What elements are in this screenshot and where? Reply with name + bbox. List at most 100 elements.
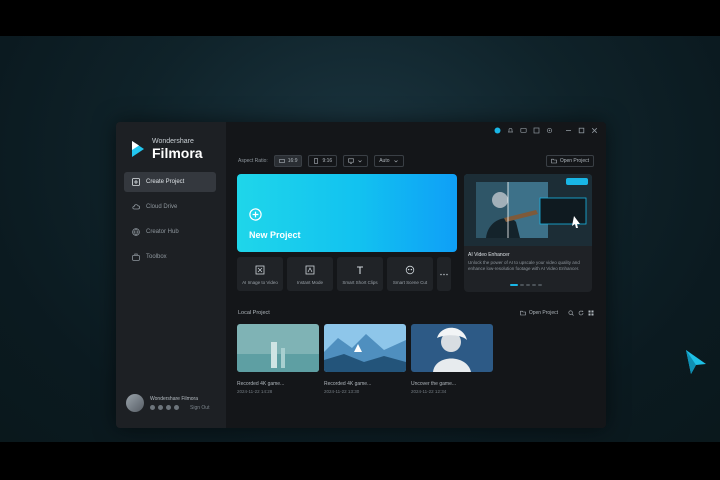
project-thumbnail [237,324,319,372]
landscape-icon [278,159,285,163]
project-card[interactable]: Recorded 4K game... 2024-11-22 13:30 [324,324,406,394]
search-icon[interactable] [568,310,574,316]
promo-title: AI Video Enhancer [468,252,510,258]
tool-ai-image-to-video[interactable]: AI Image to Video [237,257,283,291]
ratio-9-16-label: 9:16 [322,158,333,164]
filmora-window: Wondershare Filmora Create Project Cloud… [116,122,606,428]
open-project-link-label: Open Project [528,310,558,316]
project-card[interactable]: Recorded 4K game... 2024-11-22 14:28 [237,324,319,394]
notification-icon[interactable] [507,127,514,134]
carousel-dot[interactable] [526,284,530,286]
project-toolbar: Aspect Ratio: 16:9 9:16 Auto Open Projec… [238,154,594,168]
text-t-icon [357,266,363,274]
social-icon[interactable] [174,405,179,410]
desktop-background: Wondershare Filmora Create Project Cloud… [0,36,720,442]
open-project-label: Open Project [559,158,589,164]
ratio-9-16-button[interactable]: 9:16 [308,155,338,167]
social-icon[interactable] [166,405,171,410]
carousel-dot[interactable] [520,284,524,286]
sidebar-item-label: Cloud Drive [146,204,178,210]
promo-description: Unlock the power of AI to upscale your v… [468,260,580,271]
open-project-button[interactable]: Open Project [545,155,594,167]
promo-card[interactable]: AI Video Enhancer Unlock the power of AI… [464,174,592,292]
sidebar-item-toolbox[interactable]: Toolbox [124,247,216,267]
tool-label: Instant Mode [296,280,323,285]
settings-icon[interactable] [546,127,553,134]
aspect-ratio-label: Aspect Ratio: [238,158,268,164]
social-icon[interactable] [158,405,163,410]
carousel-dots [510,284,544,286]
sidebar-item-label: Toolbox [146,254,167,260]
sidebar-item-label: Create Project [146,179,185,185]
main-panel: Aspect Ratio: 16:9 9:16 Auto Open Projec… [226,122,606,428]
mode-dropdown[interactable]: Auto [374,155,404,167]
project-date: 2024-11-22 13:30 [324,389,360,394]
open-project-link[interactable]: Open Project [520,310,558,316]
project-thumbnail [411,324,493,372]
window-controls [488,127,598,134]
instant-mode-icon [305,265,315,275]
project-card[interactable]: Uncover the game... 2024-11-22 12:34 [411,324,493,394]
ai-credits-icon[interactable] [494,127,501,134]
cloud-upload-icon[interactable] [533,127,540,134]
plus-circle-icon [249,208,262,221]
social-icon[interactable] [150,405,155,410]
sidebar-item-cloud-drive[interactable]: Cloud Drive [124,197,216,217]
tool-label: Smart Scene Cut [392,280,428,285]
sign-out-link[interactable]: Sign Out [190,405,209,411]
image-to-video-icon [255,265,265,275]
portrait-icon [314,158,319,164]
sidebar-nav: Create Project Cloud Drive Creator Hub T… [124,172,216,272]
tool-smart-scene-cut[interactable]: Smart Scene Cut [387,257,433,291]
sidebar-item-label: Creator Hub [146,229,179,235]
project-name: Recorded 4K game... [237,381,285,387]
mode-label: Auto [379,158,390,164]
new-project-label: New Project [249,230,301,240]
tool-instant-mode[interactable]: Instant Mode [287,257,333,291]
cloud-icon [132,204,140,210]
promo-image [464,174,592,246]
ratio-16-9-button[interactable]: 16:9 [273,155,303,167]
recent-projects-list: Recorded 4K game... 2024-11-22 14:28 Rec… [237,324,498,394]
recent-projects-title: Local Project [238,310,270,316]
message-icon[interactable] [520,127,527,134]
more-tools-button[interactable] [437,257,451,291]
tool-smart-short-clips[interactable]: Smart Short Clips [337,257,383,291]
project-name: Uncover the game... [411,381,457,387]
maximize-icon[interactable] [578,127,585,134]
folder-icon [520,310,526,316]
project-name: Recorded 4K game... [324,381,372,387]
resolution-dropdown[interactable] [343,155,369,167]
folder-icon [551,158,557,164]
minimize-icon[interactable] [565,127,572,134]
project-date: 2024-11-22 14:28 [237,389,273,394]
carousel-dot[interactable] [538,284,542,286]
tool-label: AI Image to Video [242,280,278,285]
sidebar-item-create-project[interactable]: Create Project [124,172,216,192]
carousel-dot[interactable] [532,284,536,286]
brand-name: Filmora [152,145,203,161]
new-project-card[interactable]: New Project [237,174,457,252]
carousel-dot[interactable] [510,284,518,286]
globe-icon [132,228,140,236]
grid-view-icon[interactable] [588,310,594,316]
filmora-logo-icon [132,141,144,157]
project-date: 2024-11-22 12:34 [411,389,447,394]
mouse-cursor-icon [686,350,706,374]
close-icon[interactable] [591,127,598,134]
chevron-down-icon [393,160,398,163]
ratio-16-9-label: 16:9 [287,158,298,164]
app-logo: Wondershare Filmora [130,138,203,160]
user-name: Wondershare Filmora [150,395,198,402]
project-thumbnail [324,324,406,372]
refresh-icon[interactable] [578,310,584,316]
tool-label: Smart Short Clips [342,280,378,285]
monitor-icon [348,158,355,164]
chevron-down-icon [358,160,362,163]
quick-tools: AI Image to Video Instant Mode Smart Sho… [237,257,451,291]
sidebar-item-creator-hub[interactable]: Creator Hub [124,222,216,242]
plus-square-icon [132,178,140,186]
user-profile[interactable]: Wondershare Filmora Sign Out [126,390,220,416]
avatar [126,394,144,412]
sidebar: Wondershare Filmora Create Project Cloud… [116,122,226,428]
